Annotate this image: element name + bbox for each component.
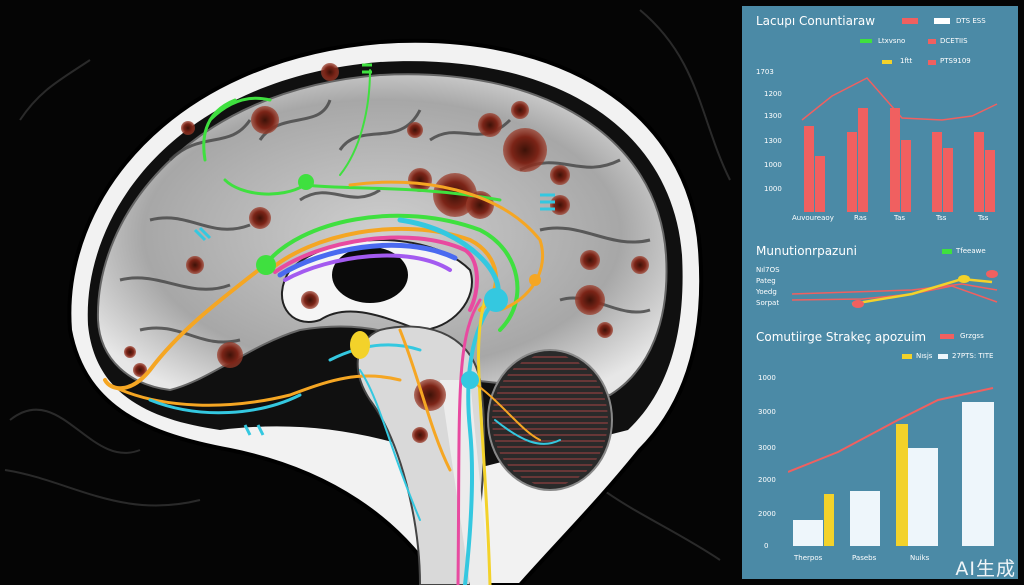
top-legend-1: DTS ESS xyxy=(956,17,986,25)
point xyxy=(852,300,864,308)
top-legend-2: Ltxvsno xyxy=(878,37,906,45)
top-xlabel: Ras xyxy=(854,214,867,222)
bar xyxy=(943,148,953,212)
legend-swatch xyxy=(942,249,952,254)
bar xyxy=(858,108,868,212)
middle-ytick: Sorpat xyxy=(756,299,780,307)
top-chart-title: Lacupı Conuntiaraw xyxy=(756,14,876,28)
middle-chart-title: Munutionrpazuni xyxy=(756,244,857,258)
bottom-ytick: 2000 xyxy=(758,476,776,484)
bottom-ytick: 3000 xyxy=(758,444,776,452)
legend-swatch xyxy=(940,334,954,339)
bar xyxy=(804,126,814,212)
top-ytick: 1300 xyxy=(764,137,782,145)
bottom-ytick: 0 xyxy=(764,542,769,550)
top-legend-3: DCETIIS xyxy=(940,37,968,45)
top-ytick: 1200 xyxy=(764,90,782,98)
line-series xyxy=(792,283,998,295)
bar xyxy=(793,520,823,546)
bar xyxy=(932,132,942,212)
bottom-ytick: 1000 xyxy=(758,374,776,382)
legend-swatch xyxy=(882,60,892,64)
top-xlabel: Tss xyxy=(978,214,989,222)
bar xyxy=(974,132,984,212)
bar xyxy=(850,491,880,546)
bar xyxy=(896,424,908,546)
line-series xyxy=(792,285,998,303)
cerebellum-folia xyxy=(492,354,608,486)
ai-generated-watermark: AI生成 xyxy=(955,558,1016,580)
middle-ytick: Nıl7OS xyxy=(756,266,780,274)
legend-swatch xyxy=(928,60,936,65)
bar xyxy=(908,448,938,546)
middle-ytick: Yoedg xyxy=(756,288,777,296)
bar xyxy=(847,132,857,212)
middle-ytick: Pateg xyxy=(756,277,776,285)
bottom-ytick: 3000 xyxy=(758,408,776,416)
point xyxy=(958,275,970,283)
bar xyxy=(824,494,834,546)
bottom-chart-title: Comutiirge Strakeç apozuim xyxy=(756,330,927,344)
infographic-panel: Lacupı Conuntiaraw DTS ESS Ltxvsno DCETI… xyxy=(742,6,1018,579)
bottom-xlabel: Nuiks xyxy=(910,554,930,562)
bar xyxy=(962,402,994,546)
middle-chart-plot xyxy=(792,270,998,308)
bar xyxy=(985,150,995,212)
bar xyxy=(890,108,900,212)
legend-swatch xyxy=(934,18,950,24)
top-xlabel: Tss xyxy=(936,214,947,222)
top-xlabel: Auvoureaoy xyxy=(792,214,834,222)
bottom-chart-plot xyxy=(788,387,994,546)
top-ytick: 1703 xyxy=(756,68,774,76)
bottom-legend-2: Nısjs xyxy=(916,352,933,360)
bottom-ytick: 2000 xyxy=(758,510,776,518)
bar xyxy=(815,156,825,212)
top-ytick: 1000 xyxy=(764,161,782,169)
bottom-legend-1: Grzgss xyxy=(960,332,984,340)
bottom-xlabel: Pasebs xyxy=(852,554,877,562)
bottom-xlabel: Therpos xyxy=(794,554,823,562)
legend-swatch xyxy=(902,18,918,24)
legend-swatch xyxy=(928,39,936,44)
legend-swatch xyxy=(860,39,872,43)
legend-swatch xyxy=(938,354,948,359)
legend-swatch xyxy=(902,354,912,359)
top-chart-plot xyxy=(801,77,998,212)
middle-legend-1: Tfeeawe xyxy=(956,247,986,255)
top-ytick: 1000 xyxy=(764,185,782,193)
bar xyxy=(901,140,911,212)
top-legend-5: PTS9109 xyxy=(940,57,971,65)
top-xlabel: Tas xyxy=(894,214,906,222)
top-ytick: 1300 xyxy=(764,112,782,120)
top-legend-4: 1ftt xyxy=(900,57,913,65)
bottom-legend-3: 27PTS: TITE xyxy=(952,352,994,360)
point xyxy=(986,270,998,278)
